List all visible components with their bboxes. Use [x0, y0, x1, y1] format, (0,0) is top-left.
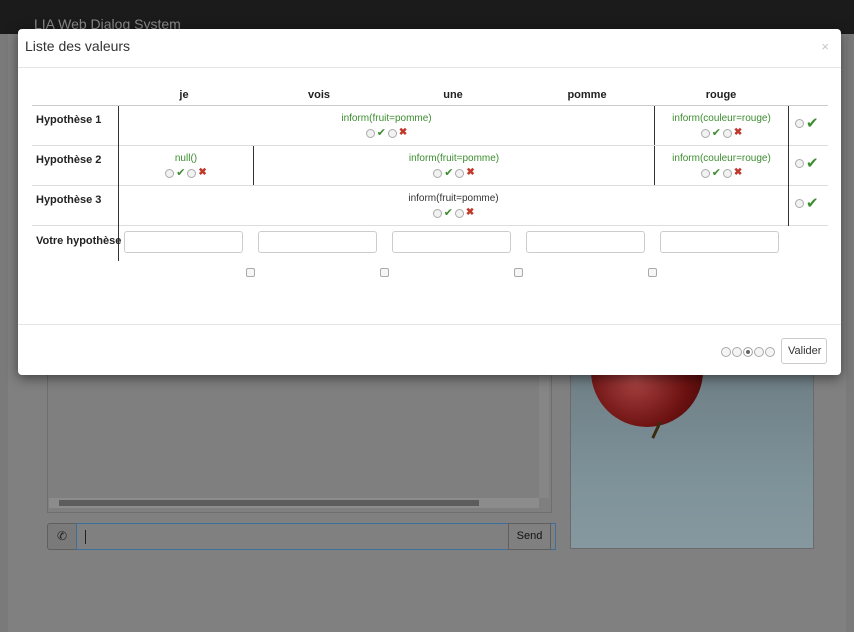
- checkmark-icon: ✔: [176, 167, 186, 179]
- cross-icon: ✖: [465, 207, 475, 218]
- cross-icon: ✖: [733, 167, 743, 178]
- page-dot[interactable]: [765, 347, 775, 357]
- send-button[interactable]: Send: [508, 523, 551, 550]
- page-dot-current[interactable]: [743, 347, 753, 357]
- hypothesis-radio[interactable]: [795, 118, 804, 128]
- values-modal: Liste des valeurs × je vois une pomme ro…: [18, 29, 841, 375]
- segment-cell: inform(fruit=pomme) ✔ ✖: [119, 193, 788, 220]
- close-icon[interactable]: ×: [821, 39, 829, 54]
- chat-log: [47, 374, 552, 513]
- scrollbar-thumb[interactable]: [59, 500, 479, 506]
- modal-header: Liste des valeurs ×: [18, 29, 841, 68]
- segment-cell: inform(fruit=pomme) ✔ ✖: [254, 153, 654, 180]
- accept-radio[interactable]: [365, 128, 375, 138]
- action-label: null(): [174, 153, 198, 164]
- accept-radio[interactable]: [433, 168, 443, 178]
- segment-cell: null() ✔ ✖: [119, 153, 253, 180]
- page-dot[interactable]: [721, 347, 731, 357]
- checkmark-icon: ✔: [711, 167, 721, 179]
- segment-boundary: [788, 106, 789, 226]
- modal-title: Liste des valeurs: [25, 38, 131, 54]
- action-label: inform(couleur=rouge): [672, 153, 771, 164]
- segment-boundary-checkbox[interactable]: [514, 268, 523, 277]
- chat-input-group: ✆ Send: [47, 523, 556, 550]
- row-divider: [32, 225, 828, 226]
- hypothesis-radio[interactable]: [795, 158, 804, 168]
- row-label-user-hypothesis: Votre hypothèse: [36, 235, 122, 247]
- hypothesis-input-pomme[interactable]: [526, 231, 645, 253]
- checkmark-icon: ✔: [711, 127, 721, 139]
- column-header-je: je: [179, 89, 189, 101]
- action-label: inform(fruit=pomme): [408, 153, 500, 164]
- hypothesis-accept-control: ✔: [794, 154, 820, 172]
- text-caret: [85, 530, 86, 544]
- segment-cell: inform(fruit=pomme) ✔ ✖: [119, 113, 654, 140]
- chat-vertical-scrollbar[interactable]: [539, 376, 549, 498]
- row-label-hypothesis-2: Hypothèse 2: [36, 154, 102, 166]
- checkmark-icon: ✔: [443, 207, 453, 219]
- segment-cell: inform(couleur=rouge) ✔ ✖: [655, 113, 788, 140]
- action-label: inform(fruit=pomme): [341, 113, 432, 124]
- modal-footer: Valider: [18, 324, 841, 376]
- checkmark-icon: ✔: [806, 155, 819, 172]
- hypothesis-input-je[interactable]: [124, 231, 243, 253]
- reject-radio[interactable]: [722, 168, 732, 178]
- hypothesis-accept-control: ✔: [794, 194, 820, 212]
- action-label: inform(fruit=pomme): [408, 193, 499, 204]
- reject-radio[interactable]: [454, 208, 464, 218]
- checkmark-icon: ✔: [376, 127, 386, 139]
- hypothesis-input-une[interactable]: [392, 231, 511, 253]
- reject-radio[interactable]: [387, 128, 397, 138]
- phone-icon[interactable]: ✆: [47, 523, 77, 550]
- reject-radio[interactable]: [187, 168, 197, 178]
- segment-boundary-checkbox[interactable]: [246, 268, 255, 277]
- action-label: inform(couleur=rouge): [672, 113, 771, 124]
- cross-icon: ✖: [733, 127, 743, 138]
- cross-icon: ✖: [398, 127, 408, 138]
- column-header-vois: vois: [307, 89, 330, 101]
- accept-radio[interactable]: [700, 128, 710, 138]
- row-label-hypothesis-3: Hypothèse 3: [36, 194, 102, 206]
- segment-boundary-checkbox[interactable]: [648, 268, 657, 277]
- segment-cell: inform(couleur=rouge) ✔ ✖: [655, 153, 788, 180]
- chat-horizontal-scrollbar[interactable]: [49, 498, 539, 508]
- row-divider: [32, 145, 828, 146]
- column-header-pomme: pomme: [567, 89, 607, 101]
- row-divider: [32, 185, 828, 186]
- accept-radio[interactable]: [700, 168, 710, 178]
- hypothesis-accept-control: ✔: [794, 114, 820, 132]
- column-header-une: une: [443, 89, 463, 101]
- message-input[interactable]: [76, 523, 556, 550]
- page-dot[interactable]: [732, 347, 742, 357]
- reject-radio[interactable]: [455, 168, 465, 178]
- reject-radio[interactable]: [722, 128, 732, 138]
- page-dot[interactable]: [754, 347, 764, 357]
- apple-stem: [651, 421, 662, 439]
- checkmark-icon: ✔: [806, 195, 819, 212]
- apple-image: [570, 357, 814, 549]
- row-label-hypothesis-1: Hypothèse 1: [36, 114, 102, 126]
- validate-button[interactable]: Valider: [781, 338, 827, 364]
- header-divider: [32, 105, 828, 106]
- hypothesis-input-rouge[interactable]: [660, 231, 779, 253]
- column-header-rouge: rouge: [705, 89, 737, 101]
- checkmark-icon: ✔: [806, 115, 819, 132]
- hypothesis-radio[interactable]: [795, 198, 804, 208]
- hypothesis-input-vois[interactable]: [258, 231, 377, 253]
- pagination-dots: [721, 347, 776, 357]
- checkmark-icon: ✔: [444, 167, 454, 179]
- accept-radio[interactable]: [432, 208, 442, 218]
- cross-icon: ✖: [198, 167, 207, 178]
- cross-icon: ✖: [466, 167, 475, 178]
- accept-radio[interactable]: [165, 168, 175, 178]
- segment-boundary-checkbox[interactable]: [380, 268, 389, 277]
